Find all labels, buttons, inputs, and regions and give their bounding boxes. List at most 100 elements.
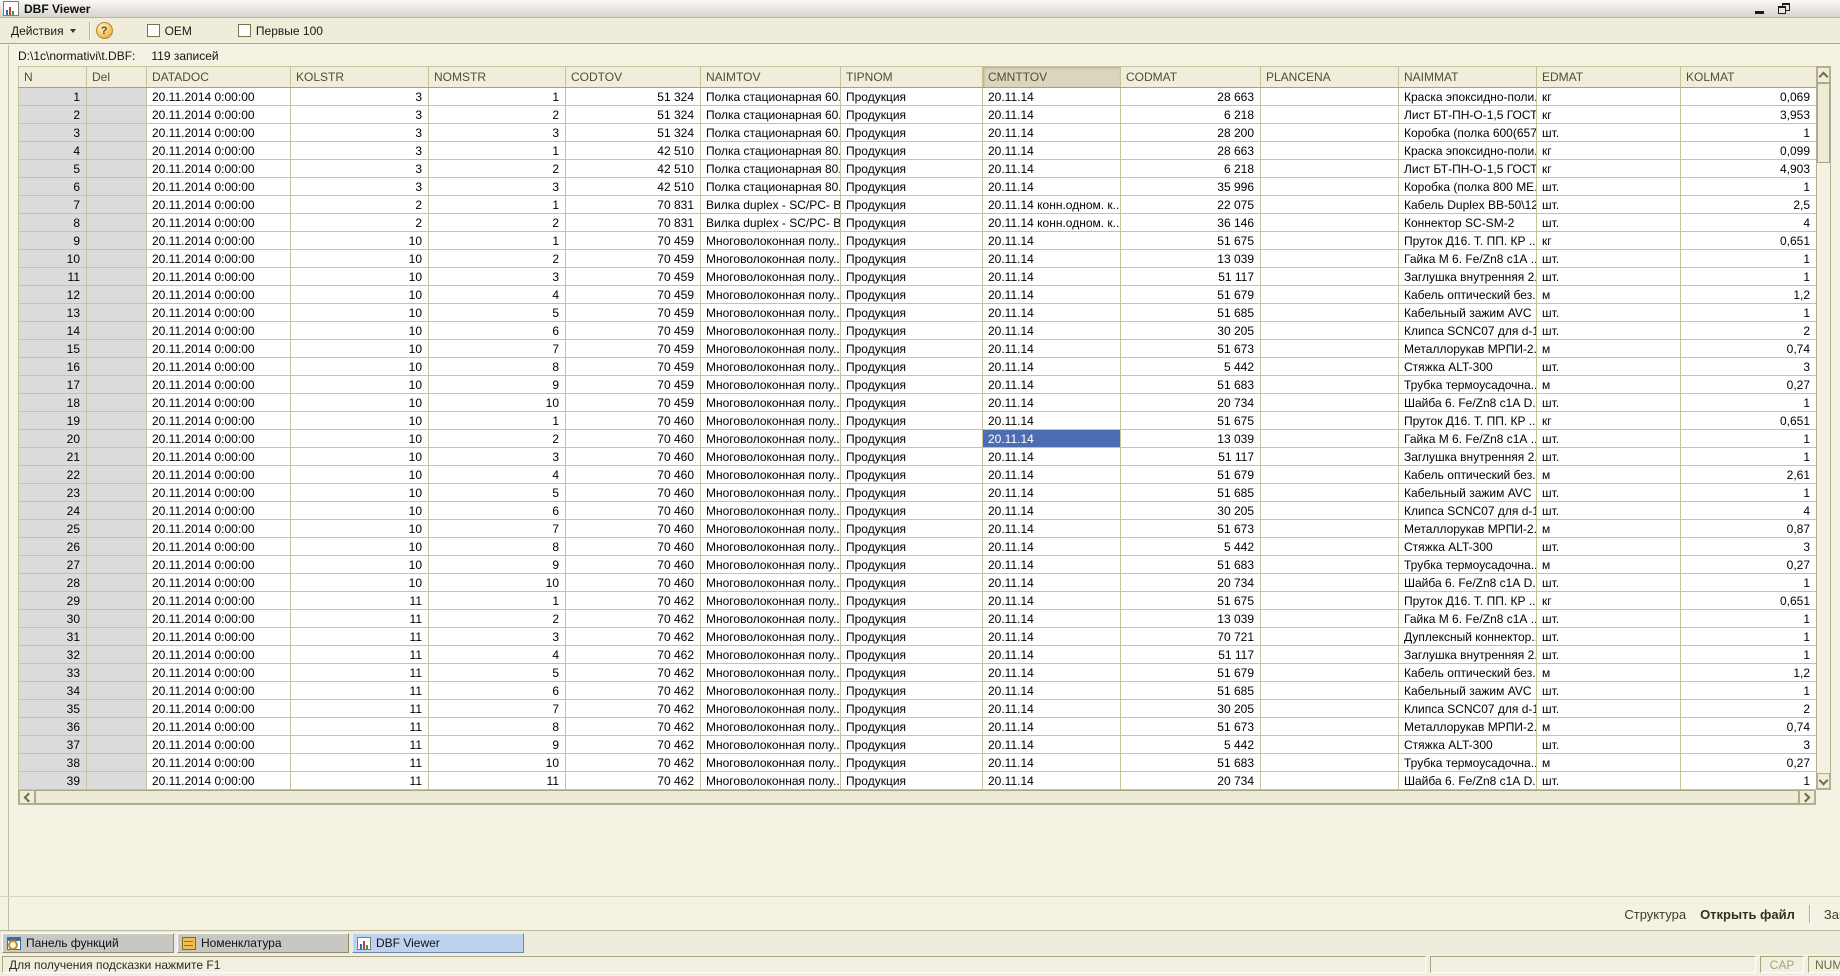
- column-header-cmnttov[interactable]: CMNTTOV: [983, 67, 1121, 88]
- cell-nomstr[interactable]: 2: [429, 610, 566, 628]
- oem-checkbox[interactable]: [147, 24, 160, 37]
- close-button[interactable]: Закрыть: [1824, 907, 1840, 922]
- cell-n[interactable]: 35: [19, 700, 87, 718]
- cell-del[interactable]: [87, 124, 147, 142]
- cell-kolstr[interactable]: 3: [291, 124, 429, 142]
- cell-tipnom[interactable]: Продукция: [841, 700, 983, 718]
- cell-naimtov[interactable]: Полка стационарная 60...: [701, 88, 841, 106]
- cell-kolstr[interactable]: 10: [291, 322, 429, 340]
- cell-codmat[interactable]: 51 685: [1121, 682, 1261, 700]
- cell-del[interactable]: [87, 718, 147, 736]
- cell-codtov[interactable]: 70 462: [566, 646, 701, 664]
- cell-del[interactable]: [87, 214, 147, 232]
- cell-naimmat[interactable]: Лист БТ-ПН-О-1,5 ГОСТ...: [1399, 106, 1537, 124]
- cell-edmat[interactable]: шт.: [1537, 484, 1681, 502]
- cell-cmnttov[interactable]: 20.11.14: [983, 124, 1121, 142]
- column-header-kolstr[interactable]: KOLSTR: [291, 67, 429, 88]
- cell-naimtov[interactable]: Многоволоконная полу...: [701, 286, 841, 304]
- cell-nomstr[interactable]: 7: [429, 700, 566, 718]
- cell-n[interactable]: 21: [19, 448, 87, 466]
- cell-nomstr[interactable]: 3: [429, 448, 566, 466]
- column-header-n[interactable]: N: [19, 67, 87, 88]
- cell-naimmat[interactable]: Коннектор SC-SM-2: [1399, 214, 1537, 232]
- cell-codtov[interactable]: 70 459: [566, 394, 701, 412]
- cell-kolstr[interactable]: 10: [291, 376, 429, 394]
- cell-edmat[interactable]: шт.: [1537, 628, 1681, 646]
- vertical-scrollbar[interactable]: [1816, 66, 1831, 790]
- cell-nomstr[interactable]: 3: [429, 124, 566, 142]
- cell-nomstr[interactable]: 9: [429, 736, 566, 754]
- cell-codmat[interactable]: 51 683: [1121, 556, 1261, 574]
- cell-edmat[interactable]: шт.: [1537, 394, 1681, 412]
- cell-del[interactable]: [87, 340, 147, 358]
- cell-kolstr[interactable]: 10: [291, 250, 429, 268]
- cell-cmnttov[interactable]: 20.11.14: [983, 178, 1121, 196]
- cell-cmnttov[interactable]: 20.11.14: [983, 304, 1121, 322]
- vertical-scroll-thumb[interactable]: [1817, 83, 1830, 163]
- cell-tipnom[interactable]: Продукция: [841, 610, 983, 628]
- cell-edmat[interactable]: шт.: [1537, 736, 1681, 754]
- cell-plancena[interactable]: [1261, 466, 1399, 484]
- cell-naimtov[interactable]: Многоволоконная полу...: [701, 556, 841, 574]
- cell-codmat[interactable]: 51 683: [1121, 376, 1261, 394]
- cell-codtov[interactable]: 70 462: [566, 628, 701, 646]
- cell-codmat[interactable]: 20 734: [1121, 574, 1261, 592]
- cell-codtov[interactable]: 70 459: [566, 340, 701, 358]
- cell-codmat[interactable]: 5 442: [1121, 358, 1261, 376]
- cell-cmnttov[interactable]: 20.11.14: [983, 538, 1121, 556]
- cell-codmat[interactable]: 36 146: [1121, 214, 1261, 232]
- cell-n[interactable]: 28: [19, 574, 87, 592]
- cell-nomstr[interactable]: 5: [429, 304, 566, 322]
- column-header-plancena[interactable]: PLANCENA: [1261, 67, 1399, 88]
- cell-kolstr[interactable]: 10: [291, 232, 429, 250]
- cell-del[interactable]: [87, 538, 147, 556]
- cell-kolstr[interactable]: 10: [291, 430, 429, 448]
- cell-cmnttov[interactable]: 20.11.14: [983, 394, 1121, 412]
- cell-plancena[interactable]: [1261, 736, 1399, 754]
- cell-datadoc[interactable]: 20.11.2014 0:00:00: [147, 448, 291, 466]
- cell-cmnttov[interactable]: 20.11.14: [983, 412, 1121, 430]
- cell-cmnttov[interactable]: 20.11.14: [983, 268, 1121, 286]
- cell-kolmat[interactable]: 0,27: [1681, 754, 1817, 772]
- cell-nomstr[interactable]: 2: [429, 214, 566, 232]
- cell-kolmat[interactable]: 0,651: [1681, 232, 1817, 250]
- cell-codtov[interactable]: 51 324: [566, 106, 701, 124]
- cell-kolmat[interactable]: 1: [1681, 124, 1817, 142]
- cell-cmnttov[interactable]: 20.11.14: [983, 160, 1121, 178]
- cell-tipnom[interactable]: Продукция: [841, 106, 983, 124]
- cell-datadoc[interactable]: 20.11.2014 0:00:00: [147, 340, 291, 358]
- cell-del[interactable]: [87, 304, 147, 322]
- cell-tipnom[interactable]: Продукция: [841, 772, 983, 790]
- cell-codtov[interactable]: 70 460: [566, 484, 701, 502]
- cell-naimtov[interactable]: Многоволоконная полу...: [701, 232, 841, 250]
- cell-naimtov[interactable]: Многоволоконная полу...: [701, 394, 841, 412]
- cell-codtov[interactable]: 70 460: [566, 574, 701, 592]
- cell-nomstr[interactable]: 2: [429, 250, 566, 268]
- cell-nomstr[interactable]: 6: [429, 322, 566, 340]
- cell-n[interactable]: 7: [19, 196, 87, 214]
- cell-edmat[interactable]: кг: [1537, 142, 1681, 160]
- cell-datadoc[interactable]: 20.11.2014 0:00:00: [147, 610, 291, 628]
- cell-naimmat[interactable]: Шайба 6. Fe/Zn8 с1А D...: [1399, 394, 1537, 412]
- cell-cmnttov[interactable]: 20.11.14: [983, 664, 1121, 682]
- cell-del[interactable]: [87, 502, 147, 520]
- cell-cmnttov[interactable]: 20.11.14: [983, 232, 1121, 250]
- cell-edmat[interactable]: шт.: [1537, 772, 1681, 790]
- cell-edmat[interactable]: м: [1537, 376, 1681, 394]
- cell-del[interactable]: [87, 610, 147, 628]
- cell-codtov[interactable]: 70 459: [566, 286, 701, 304]
- cell-tipnom[interactable]: Продукция: [841, 664, 983, 682]
- cell-n[interactable]: 16: [19, 358, 87, 376]
- cell-naimtov[interactable]: Многоволоконная полу...: [701, 664, 841, 682]
- cell-codtov[interactable]: 70 459: [566, 358, 701, 376]
- cell-codmat[interactable]: 22 075: [1121, 196, 1261, 214]
- help-button[interactable]: ?: [96, 22, 113, 39]
- cell-naimtov[interactable]: Вилка duplex - SC/PC- B...: [701, 196, 841, 214]
- cell-n[interactable]: 6: [19, 178, 87, 196]
- cell-n[interactable]: 19: [19, 412, 87, 430]
- cell-naimmat[interactable]: Гайка М 6. Fe/Zn8 с1А ...: [1399, 610, 1537, 628]
- cell-codtov[interactable]: 70 460: [566, 412, 701, 430]
- cell-edmat[interactable]: м: [1537, 664, 1681, 682]
- cell-kolstr[interactable]: 3: [291, 88, 429, 106]
- cell-kolmat[interactable]: 0,74: [1681, 718, 1817, 736]
